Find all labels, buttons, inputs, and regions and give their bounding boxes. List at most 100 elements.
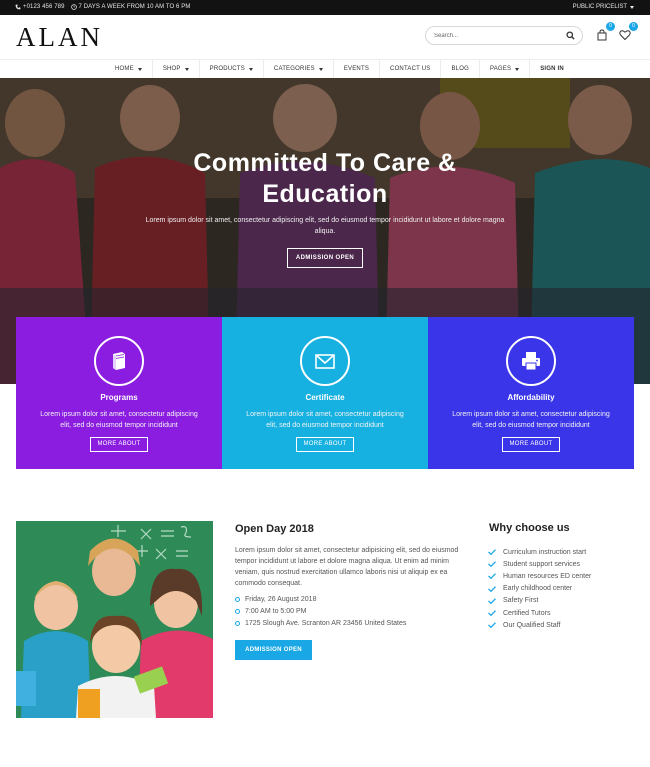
feature-box-affordability: Affordability Lorem ipsum dolor sit amet…: [428, 317, 634, 469]
feature-box-certificate: Certificate Lorem ipsum dolor sit amet, …: [222, 317, 428, 469]
main-navigation: HOME SHOP PRODUCTS CATEGORIES EVENTS CON…: [0, 59, 650, 78]
nav-item-pages[interactable]: PAGES: [480, 60, 531, 78]
feature-text: Lorem ipsum dolor sit amet, consectetur …: [40, 411, 198, 429]
list-item: Safety First: [488, 595, 591, 607]
chevron-down-icon: [248, 67, 253, 71]
hours-info: 7 DAYS A WEEK FROM 10 AM TO 6 PM: [70, 4, 191, 10]
check-icon: [488, 622, 496, 629]
nav-item-sign-in[interactable]: SIGN IN: [530, 60, 574, 78]
list-item-label: Safety First: [503, 597, 539, 605]
detail-text: 1725 Slough Ave. Scranton AR 23456 Unite…: [245, 619, 407, 627]
open-day-title: Open Day 2018: [235, 523, 314, 535]
why-choose-us-list: Curriculum instruction start Student sup…: [488, 546, 591, 631]
list-item-label: Certified Tutors: [503, 609, 551, 617]
detail-text: 7:00 AM to 5:00 PM: [245, 607, 307, 615]
pricelist-label: PUBLIC PRICELIST: [572, 4, 627, 10]
hero-title: Committed To Care & Education: [0, 148, 650, 210]
feature-icon-ring: [506, 336, 556, 386]
feature-title: Affordability: [507, 393, 555, 402]
nav-item-blog[interactable]: BLOG: [441, 60, 480, 78]
heart-icon: [619, 30, 631, 41]
check-icon: [488, 585, 496, 592]
nav-item-label: BLOG: [451, 66, 469, 72]
event-time: 7:00 AM to 5:00 PM: [235, 605, 406, 617]
shopping-bag-icon: [597, 29, 607, 41]
feature-icon-ring: [300, 336, 350, 386]
open-day-description: Lorem ipsum dolor sit amet, consectetur …: [235, 547, 459, 587]
chevron-down-icon: [137, 67, 142, 71]
nav-item-label: SIGN IN: [540, 66, 564, 72]
nav-item-events[interactable]: EVENTS: [334, 60, 381, 78]
detail-text: Friday, 26 August 2018: [245, 595, 317, 603]
list-item-label: Curriculum instruction start: [503, 548, 587, 556]
list-item-label: Our Qualified Staff: [503, 621, 561, 629]
event-date: Friday, 26 August 2018: [235, 593, 406, 605]
admission-open-button[interactable]: ADMISSION OPEN: [287, 248, 363, 268]
more-about-button[interactable]: MORE ABOUT: [502, 437, 560, 452]
feature-icon-ring: [94, 336, 144, 386]
list-item-label: Early childhood center: [503, 585, 573, 593]
site-logo[interactable]: ALAN: [16, 22, 103, 53]
chevron-down-icon: [318, 67, 323, 71]
list-item: Certified Tutors: [488, 607, 591, 619]
nav-item-label: PAGES: [489, 66, 512, 72]
nav-item-contact-us[interactable]: CONTACT US: [380, 60, 442, 78]
nav-item-shop[interactable]: SHOP: [153, 60, 200, 78]
list-item: Our Qualified Staff: [488, 619, 591, 631]
feature-text: Lorem ipsum dolor sit amet, consectetur …: [246, 411, 404, 429]
more-about-button[interactable]: MORE ABOUT: [296, 437, 354, 452]
feature-title: Programs: [100, 393, 138, 402]
nav-item-label: HOME: [115, 66, 134, 72]
wishlist-count-badge: 0: [629, 22, 638, 31]
students-image: [16, 521, 213, 718]
top-bar: +0123 456 789 7 DAYS A WEEK FROM 10 AM T…: [0, 0, 650, 15]
check-icon: [488, 598, 496, 604]
list-item: Curriculum instruction start: [488, 546, 591, 558]
check-icon: [488, 561, 496, 568]
hero-description: Lorem ipsum dolor sit amet, consectetur …: [145, 217, 505, 235]
bullet-circle-icon: [235, 620, 240, 626]
printer-icon: [522, 352, 540, 371]
list-item-label: Student support services: [503, 560, 581, 568]
check-icon: [488, 610, 496, 617]
list-item-label: Human resources ED center: [503, 572, 592, 580]
more-about-button[interactable]: MORE ABOUT: [90, 437, 148, 452]
open-day-details: Friday, 26 August 2018 7:00 AM to 5:00 P…: [235, 593, 406, 629]
wishlist-button[interactable]: 0: [619, 22, 638, 42]
opening-hours: 7 DAYS A WEEK FROM 10 AM TO 6 PM: [78, 4, 191, 10]
cart-count-badge: 0: [606, 22, 615, 31]
nav-item-label: EVENTS: [343, 66, 370, 72]
hero-title-line: Education: [262, 180, 388, 208]
clock-icon: [70, 4, 77, 10]
book-icon: [113, 352, 125, 370]
nav-item-label: CONTACT US: [390, 66, 431, 72]
nav-item-home[interactable]: HOME: [105, 60, 153, 78]
list-item: Early childhood center: [488, 583, 591, 595]
site-header: ALAN 0 0: [0, 15, 650, 59]
chevron-down-icon: [515, 67, 520, 71]
phone-icon: [15, 4, 21, 10]
pricelist-dropdown[interactable]: PUBLIC PRICELIST: [573, 4, 634, 10]
search-input[interactable]: [434, 30, 559, 42]
nav-item-categories[interactable]: CATEGORIES: [264, 60, 334, 78]
feature-title: Certificate: [305, 393, 345, 402]
nav-menu: HOME SHOP PRODUCTS CATEGORIES EVENTS CON…: [105, 60, 574, 78]
cart-button[interactable]: 0: [596, 22, 615, 42]
check-icon: [488, 573, 496, 580]
students-photo: [16, 521, 213, 718]
chevron-down-icon: [630, 5, 634, 9]
phone-number: +0123 456 789: [23, 4, 65, 10]
list-item: Human resources ED center: [488, 570, 591, 582]
nav-item-label: PRODUCTS: [209, 66, 245, 72]
nav-item-label: SHOP: [162, 66, 181, 72]
phone-info: +0123 456 789: [15, 4, 65, 10]
chevron-down-icon: [184, 67, 189, 71]
why-choose-us-title: Why choose us: [489, 522, 570, 534]
nav-item-products[interactable]: PRODUCTS: [200, 60, 264, 78]
open-day-admission-button[interactable]: ADMISSION OPEN: [235, 640, 312, 660]
search-icon[interactable]: [566, 31, 575, 40]
mail-icon: [315, 354, 335, 369]
event-address: 1725 Slough Ave. Scranton AR 23456 Unite…: [235, 617, 406, 629]
list-item: Student support services: [488, 558, 591, 570]
bullet-circle-icon: [235, 596, 240, 602]
